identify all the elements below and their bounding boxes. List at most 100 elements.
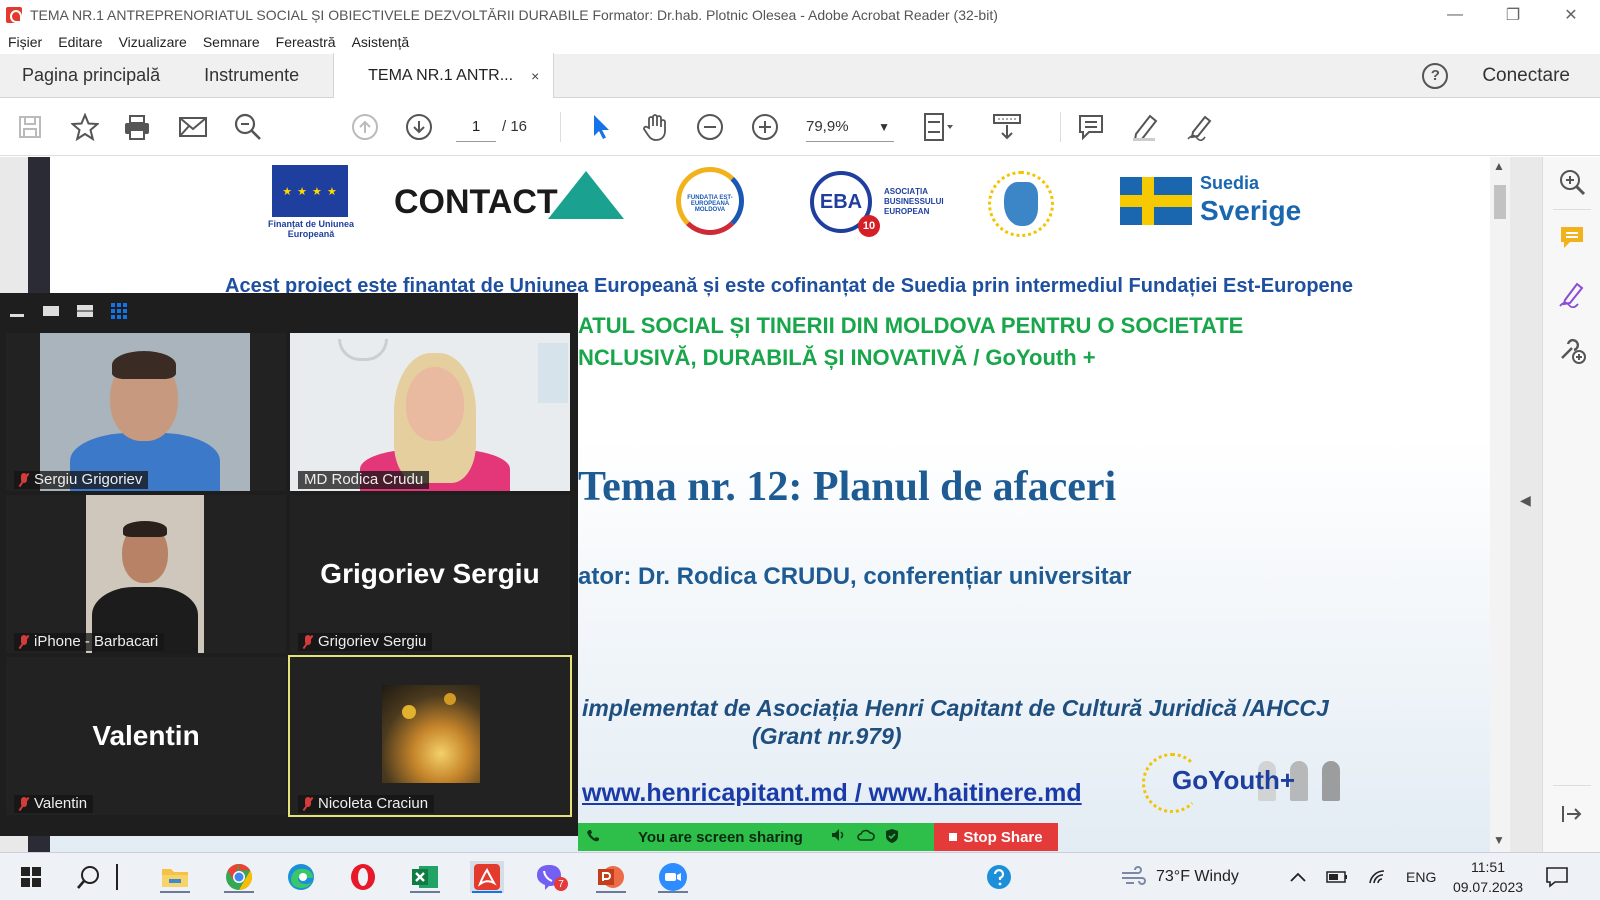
- edge-icon[interactable]: [284, 861, 318, 893]
- scrollbar-thumb[interactable]: [1494, 185, 1506, 219]
- help-tray-icon[interactable]: [982, 861, 1016, 893]
- participant-tile[interactable]: Grigoriev Sergiu Grigoriev Sergiu: [290, 495, 570, 653]
- website-links[interactable]: www.henricapitant.md / www.haitinere.md: [582, 779, 1082, 808]
- excel-icon[interactable]: [408, 861, 442, 893]
- single-speaker-view-icon[interactable]: [42, 304, 60, 318]
- page-total: / 16: [502, 118, 528, 135]
- system-clock[interactable]: 11:51 09.07.2023: [1446, 857, 1530, 897]
- help-icon[interactable]: ?: [1422, 62, 1449, 89]
- comment-icon[interactable]: [1074, 110, 1108, 144]
- east-europe-foundation-text: FUNDAȚIA EST-EUROPEANĂ MOLDOVA: [687, 195, 733, 213]
- menu-file[interactable]: Fișier: [8, 34, 42, 50]
- zoom-out-icon[interactable]: [693, 110, 727, 144]
- stop-share-button[interactable]: Stop Share: [934, 823, 1058, 851]
- print-icon[interactable]: [120, 110, 154, 144]
- menu-edit[interactable]: Editare: [58, 34, 102, 50]
- screen-sharing-bar[interactable]: You are screen sharing Stop Share: [578, 823, 1058, 851]
- participant-name-label: Sergiu Grigoriev: [14, 471, 149, 489]
- close-window-button[interactable]: ✕: [1542, 0, 1600, 30]
- participant-name-label: MD Rodica Crudu: [298, 471, 430, 489]
- page-number-input[interactable]: 1: [456, 112, 496, 142]
- file-explorer-icon[interactable]: [158, 861, 192, 893]
- language-indicator[interactable]: ENG: [1406, 853, 1436, 900]
- participant-tile[interactable]: MD Rodica Crudu: [290, 333, 570, 491]
- zoom-app-icon[interactable]: [656, 861, 690, 893]
- powerpoint-icon[interactable]: [594, 861, 628, 893]
- gallery-view-icon[interactable]: [110, 303, 128, 319]
- bookmark-star-icon[interactable]: [68, 110, 102, 144]
- minimize-button[interactable]: —: [1426, 0, 1484, 30]
- participant-tile[interactable]: iPhone - Barbacari: [6, 495, 286, 653]
- menu-sign[interactable]: Semnare: [203, 34, 260, 50]
- contact-logo: CONTACT: [394, 183, 558, 221]
- participant-tile[interactable]: Valentin Valentin: [6, 657, 286, 815]
- scroll-up-icon[interactable]: ▲: [1493, 159, 1505, 173]
- mic-muted-icon: [302, 797, 314, 811]
- scroll-down-icon[interactable]: ▼: [1493, 833, 1505, 847]
- acrobat-taskbar-icon[interactable]: [470, 861, 504, 893]
- participant-display-name: Valentin: [92, 720, 200, 751]
- select-cursor-icon[interactable]: [584, 110, 618, 144]
- speaker-icon[interactable]: [831, 828, 847, 847]
- windows-start-icon[interactable]: [14, 861, 48, 893]
- search-icon[interactable]: [231, 110, 265, 144]
- menu-window[interactable]: Fereastră: [276, 34, 336, 50]
- participant-name-label: Valentin: [14, 795, 94, 813]
- scroll-mode-icon[interactable]: [990, 110, 1024, 144]
- menu-help[interactable]: Asistență: [352, 34, 410, 50]
- mic-muted-icon: [18, 473, 30, 487]
- comment-tool-icon[interactable]: [1555, 221, 1589, 255]
- expand-pane-icon[interactable]: [1555, 797, 1589, 831]
- participant-profile-image: [382, 685, 480, 783]
- fill-sign-icon[interactable]: [1555, 277, 1589, 311]
- wifi-icon[interactable]: [1368, 853, 1388, 900]
- participant-tile-active-speaker[interactable]: Nicoleta Craciun: [288, 655, 572, 817]
- sign-in-button[interactable]: Conectare: [1482, 65, 1570, 87]
- more-tools-icon[interactable]: [1555, 333, 1589, 367]
- vertical-scrollbar[interactable]: ▲ ▼: [1490, 157, 1510, 852]
- side-by-side-view-icon[interactable]: [76, 304, 94, 318]
- opera-icon[interactable]: [346, 861, 380, 893]
- zoom-level-select[interactable]: 79,9% ▼: [806, 112, 894, 142]
- toolbar-divider: [1060, 112, 1061, 142]
- eu-caption: Finanțat de Uniunea Europeană: [268, 219, 355, 239]
- save-icon[interactable]: [13, 110, 47, 144]
- shield-icon[interactable]: [885, 828, 899, 847]
- battery-icon[interactable]: [1326, 853, 1348, 900]
- participant-tile[interactable]: Sergiu Grigoriev: [6, 333, 286, 491]
- show-hidden-icons[interactable]: [1290, 853, 1306, 900]
- participant-video: [40, 333, 250, 491]
- tab-document[interactable]: TEMA NR.1 ANTR... ×: [333, 53, 555, 98]
- collapse-pane-icon[interactable]: ◀: [1520, 492, 1531, 509]
- weather-widget[interactable]: 73°F Windy: [1120, 853, 1239, 900]
- zoom-in-icon[interactable]: [748, 110, 782, 144]
- hand-tool-icon[interactable]: [638, 110, 672, 144]
- acrobat-icon: [6, 7, 22, 23]
- restore-button[interactable]: ❐: [1484, 0, 1542, 30]
- taskbar-search-icon[interactable]: [72, 861, 106, 893]
- chrome-icon[interactable]: [222, 861, 256, 893]
- viber-icon[interactable]: 7: [532, 861, 568, 893]
- trainer-line: ator: Dr. Rodica CRUDU, conferențiar uni…: [578, 563, 1132, 590]
- email-icon[interactable]: [176, 110, 210, 144]
- sign-pen-icon[interactable]: [1183, 110, 1217, 144]
- tab-home[interactable]: Pagina principală: [0, 54, 182, 98]
- close-tab-icon[interactable]: ×: [531, 68, 539, 84]
- highlight-pen-icon[interactable]: [1128, 110, 1162, 144]
- fit-page-icon[interactable]: [922, 110, 956, 144]
- minimize-video-icon[interactable]: [8, 304, 26, 318]
- zoom-tool-icon[interactable]: [1555, 165, 1589, 199]
- tab-tools[interactable]: Instrumente: [182, 54, 321, 98]
- person-icon: [1322, 761, 1340, 801]
- menu-bar: Fișier Editare Vizualizare Semnare Ferea…: [0, 30, 1600, 54]
- next-page-icon[interactable]: [402, 110, 436, 144]
- participant-name-label: iPhone - Barbacari: [14, 633, 165, 651]
- zoom-gallery-window[interactable]: Sergiu Grigoriev MD Rodica Crudu iPhone …: [0, 293, 578, 836]
- notifications-icon[interactable]: [1540, 861, 1574, 893]
- previous-page-icon[interactable]: [348, 110, 382, 144]
- cloud-icon[interactable]: [857, 828, 875, 847]
- moldova-map-logo: [988, 171, 1054, 237]
- menu-view[interactable]: Vizualizare: [119, 34, 187, 50]
- participant-display-name: Grigoriev Sergiu: [320, 558, 540, 589]
- grant-number: (Grant nr.979): [752, 723, 902, 749]
